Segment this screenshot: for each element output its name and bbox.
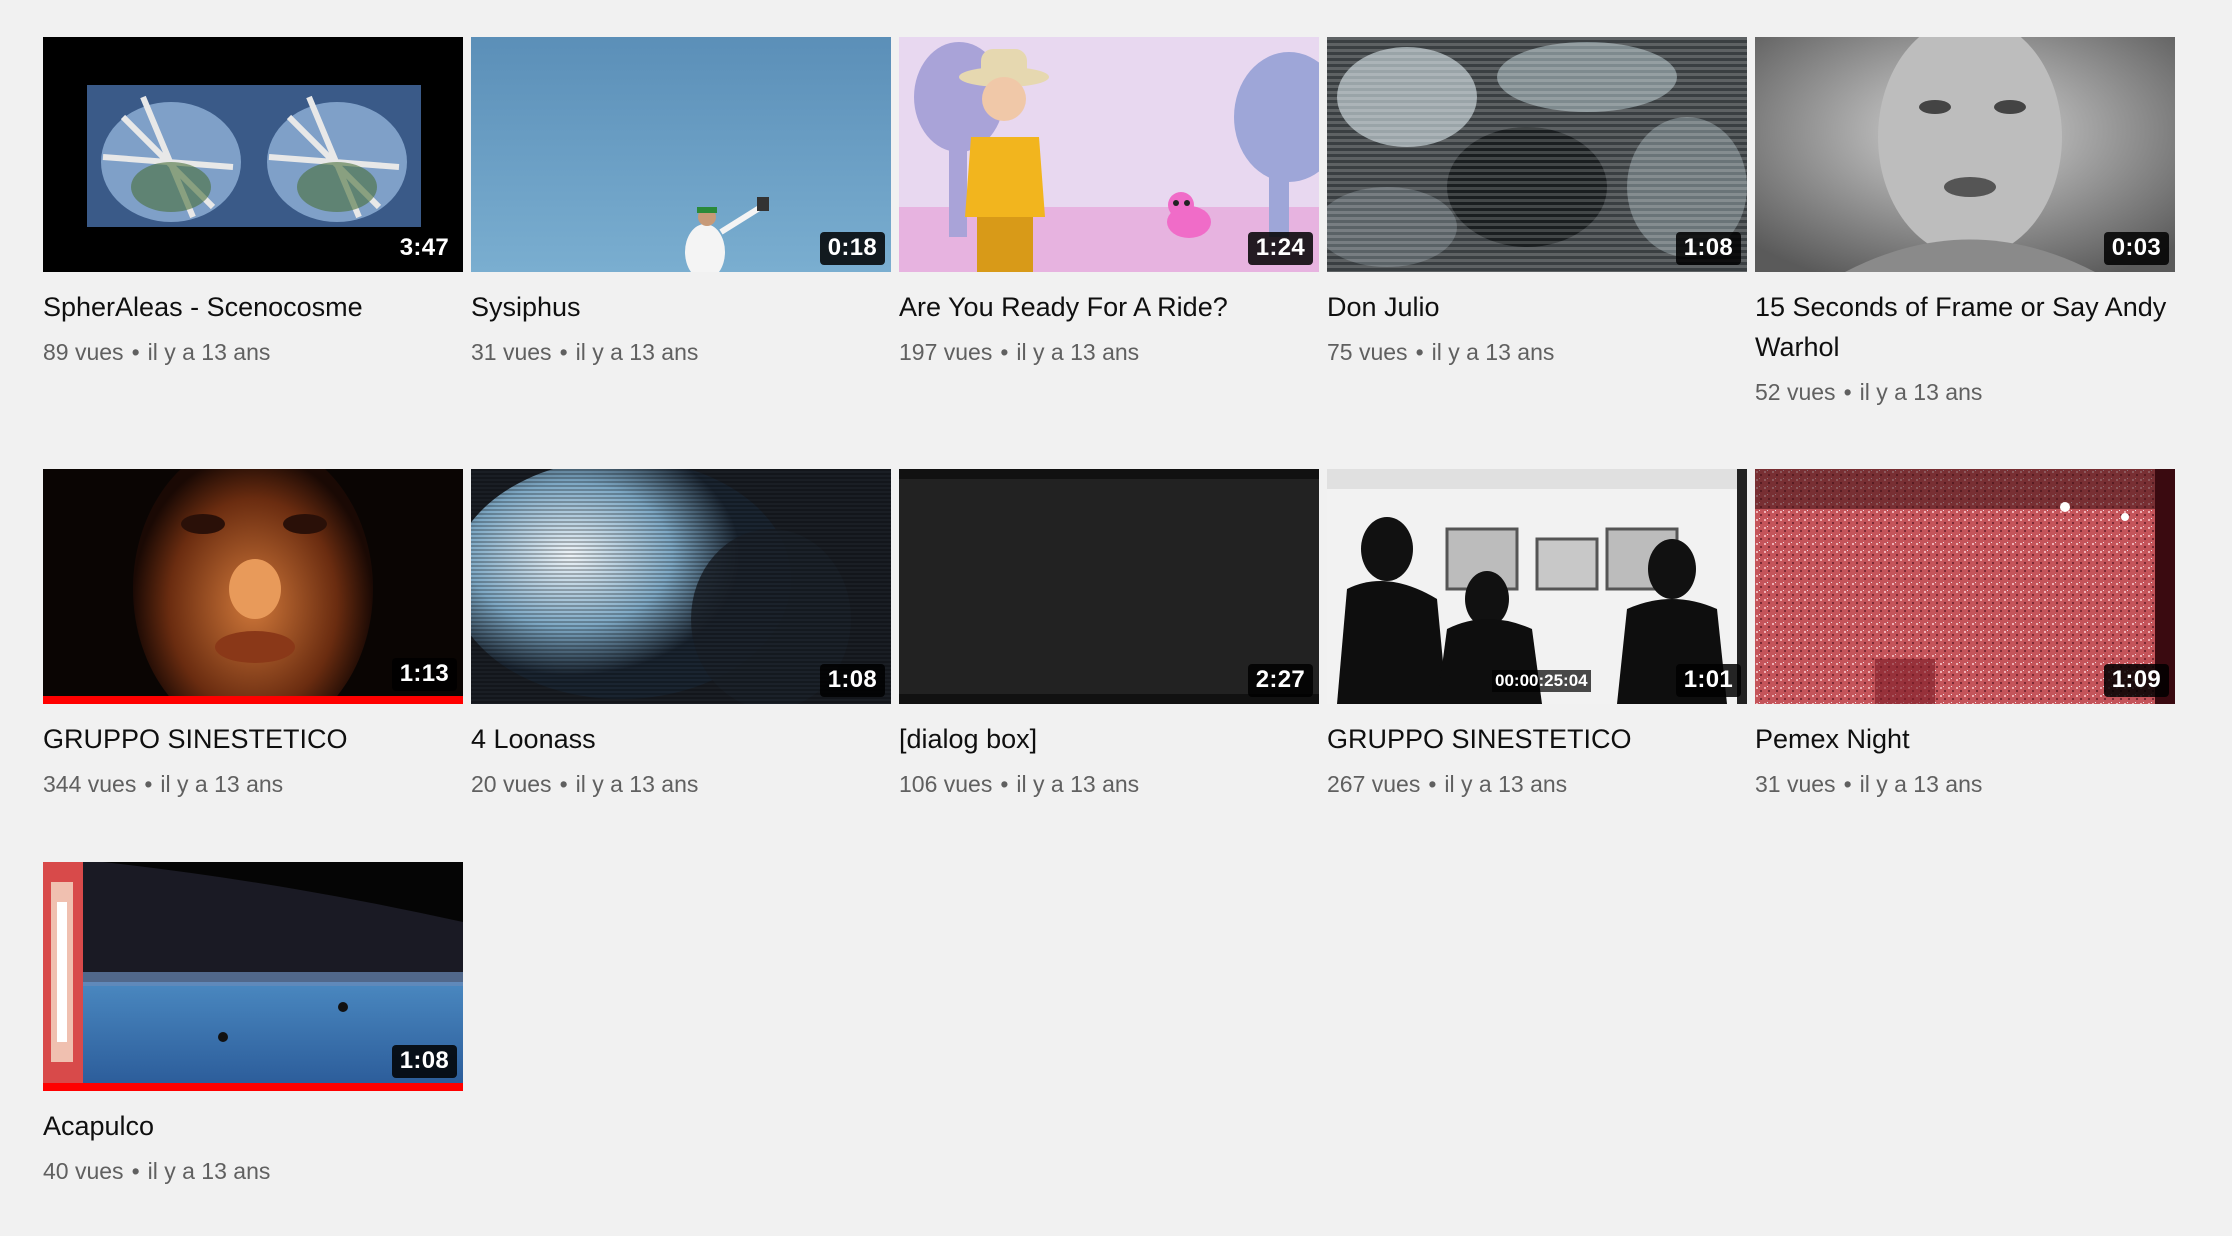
meta-separator: • bbox=[131, 1158, 140, 1184]
video-duration: 1:08 bbox=[819, 663, 885, 697]
video-thumbnail[interactable]: 0:03 bbox=[1755, 37, 2175, 272]
video-duration: 1:08 bbox=[1675, 231, 1741, 265]
video-title[interactable]: Pemex Night bbox=[1755, 719, 2175, 759]
video-duration: 0:18 bbox=[819, 231, 885, 265]
video-duration: 0:03 bbox=[2103, 231, 2169, 265]
video-meta: 20 vues • il y a 13 ans bbox=[471, 769, 891, 799]
upload-age: il y a 13 ans bbox=[1859, 379, 1983, 405]
video-thumbnail[interactable]: 1:08 bbox=[471, 469, 891, 704]
view-count: 267 vues bbox=[1327, 771, 1421, 797]
video-card[interactable]: 1:13 GRUPPO SINESTETICO 344 vues • il y a … bbox=[43, 469, 463, 862]
video-meta: 31 vues • il y a 13 ans bbox=[471, 337, 891, 367]
video-duration: 1:08 bbox=[391, 1044, 457, 1078]
video-title[interactable]: Sysiphus bbox=[471, 287, 891, 327]
view-count: 344 vues bbox=[43, 771, 137, 797]
video-thumbnail[interactable]: 1:13 bbox=[43, 469, 463, 704]
meta-separator: • bbox=[1843, 379, 1852, 405]
video-duration: 1:09 bbox=[2103, 663, 2169, 697]
video-meta: 75 vues • il y a 13 ans bbox=[1327, 337, 1747, 367]
video-thumbnail[interactable]: 1:24 bbox=[899, 37, 1319, 272]
video-title[interactable]: 15 Seconds of Frame or Say Andy Warhol bbox=[1755, 287, 2175, 367]
view-count: 31 vues bbox=[1755, 771, 1836, 797]
upload-age: il y a 13 ans bbox=[160, 771, 284, 797]
video-duration: 1:24 bbox=[1247, 231, 1313, 265]
video-title[interactable]: GRUPPO SINESTETICO bbox=[43, 719, 463, 759]
upload-age: il y a 13 ans bbox=[575, 339, 699, 365]
view-count: 89 vues bbox=[43, 339, 124, 365]
video-duration: 1:13 bbox=[391, 657, 457, 691]
meta-separator: • bbox=[1415, 339, 1424, 365]
video-meta: 40 vues • il y a 13 ans bbox=[43, 1156, 463, 1186]
meta-separator: • bbox=[559, 771, 568, 797]
video-timecode-overlay: 00:00:25:04 bbox=[1492, 670, 1591, 692]
video-card[interactable]: 1:24 Are You Ready For A Ride? 197 vues •… bbox=[899, 37, 1319, 469]
view-count: 75 vues bbox=[1327, 339, 1408, 365]
meta-separator: • bbox=[1000, 771, 1009, 797]
video-title[interactable]: GRUPPO SINESTETICO bbox=[1327, 719, 1747, 759]
meta-separator: • bbox=[1428, 771, 1437, 797]
video-meta: 52 vues • il y a 13 ans bbox=[1755, 377, 2175, 407]
watch-progress-bar bbox=[43, 696, 463, 704]
video-card[interactable]: 00:00:25:04 1:01 GRUPPO SINESTETICO 267 … bbox=[1327, 469, 1747, 862]
view-count: 20 vues bbox=[471, 771, 552, 797]
video-card[interactable]: 3:47 SpherAleas - Scenocosme 89 vues • il … bbox=[43, 37, 463, 469]
meta-separator: • bbox=[1843, 771, 1852, 797]
video-title[interactable]: SpherAleas - Scenocosme bbox=[43, 287, 463, 327]
video-duration: 1:01 bbox=[1675, 663, 1741, 697]
watch-progress-bar bbox=[43, 1083, 463, 1091]
upload-age: il y a 13 ans bbox=[147, 339, 271, 365]
video-thumbnail[interactable]: 1:08 bbox=[43, 862, 463, 1091]
meta-separator: • bbox=[559, 339, 568, 365]
view-count: 52 vues bbox=[1755, 379, 1836, 405]
video-title[interactable]: [dialog box] bbox=[899, 719, 1319, 759]
upload-age: il y a 13 ans bbox=[575, 771, 699, 797]
upload-age: il y a 13 ans bbox=[1431, 339, 1555, 365]
view-count: 31 vues bbox=[471, 339, 552, 365]
video-card[interactable]: 1:09 Pemex Night 31 vues • il y a 13 ans bbox=[1755, 469, 2175, 862]
video-title[interactable]: Acapulco bbox=[43, 1106, 463, 1146]
video-grid: 3:47 SpherAleas - Scenocosme 89 vues • il … bbox=[43, 37, 2183, 1192]
video-card[interactable]: 1:08 Don Julio 75 vues • il y a 13 ans bbox=[1327, 37, 1747, 469]
video-thumbnail[interactable]: 2:27 bbox=[899, 469, 1319, 704]
video-meta: 31 vues • il y a 13 ans bbox=[1755, 769, 2175, 799]
upload-age: il y a 13 ans bbox=[1859, 771, 1983, 797]
video-thumbnail[interactable]: 1:09 bbox=[1755, 469, 2175, 704]
meta-separator: • bbox=[131, 339, 140, 365]
video-meta: 267 vues • il y a 13 ans bbox=[1327, 769, 1747, 799]
video-title[interactable]: 4 Loonass bbox=[471, 719, 891, 759]
video-card[interactable]: 0:18 Sysiphus 31 vues • il y a 13 ans bbox=[471, 37, 891, 469]
video-thumbnail[interactable]: 1:08 bbox=[1327, 37, 1747, 272]
upload-age: il y a 13 ans bbox=[147, 1158, 271, 1184]
video-meta: 197 vues • il y a 13 ans bbox=[899, 337, 1319, 367]
video-thumbnail[interactable]: 3:47 bbox=[43, 37, 463, 272]
video-title[interactable]: Are You Ready For A Ride? bbox=[899, 287, 1319, 327]
upload-age: il y a 13 ans bbox=[1016, 339, 1140, 365]
video-duration: 2:27 bbox=[1247, 663, 1313, 697]
video-meta: 106 vues • il y a 13 ans bbox=[899, 769, 1319, 799]
video-meta: 89 vues • il y a 13 ans bbox=[43, 337, 463, 367]
video-title[interactable]: Don Julio bbox=[1327, 287, 1747, 327]
video-meta: 344 vues • il y a 13 ans bbox=[43, 769, 463, 799]
video-card[interactable]: 0:03 15 Seconds of Frame or Say Andy War… bbox=[1755, 37, 2175, 469]
upload-age: il y a 13 ans bbox=[1444, 771, 1568, 797]
video-card[interactable]: 2:27 [dialog box] 106 vues • il y a 13 ans bbox=[899, 469, 1319, 862]
video-card[interactable]: 1:08 Acapulco 40 vues • il y a 13 ans bbox=[43, 862, 463, 1192]
view-count: 197 vues bbox=[899, 339, 993, 365]
meta-separator: • bbox=[144, 771, 153, 797]
meta-separator: • bbox=[1000, 339, 1009, 365]
view-count: 40 vues bbox=[43, 1158, 124, 1184]
video-duration: 3:47 bbox=[391, 231, 457, 265]
video-thumbnail[interactable]: 0:18 bbox=[471, 37, 891, 272]
video-thumbnail[interactable]: 00:00:25:04 1:01 bbox=[1327, 469, 1747, 704]
video-card[interactable]: 1:08 4 Loonass 20 vues • il y a 13 ans bbox=[471, 469, 891, 862]
upload-age: il y a 13 ans bbox=[1016, 771, 1140, 797]
view-count: 106 vues bbox=[899, 771, 993, 797]
